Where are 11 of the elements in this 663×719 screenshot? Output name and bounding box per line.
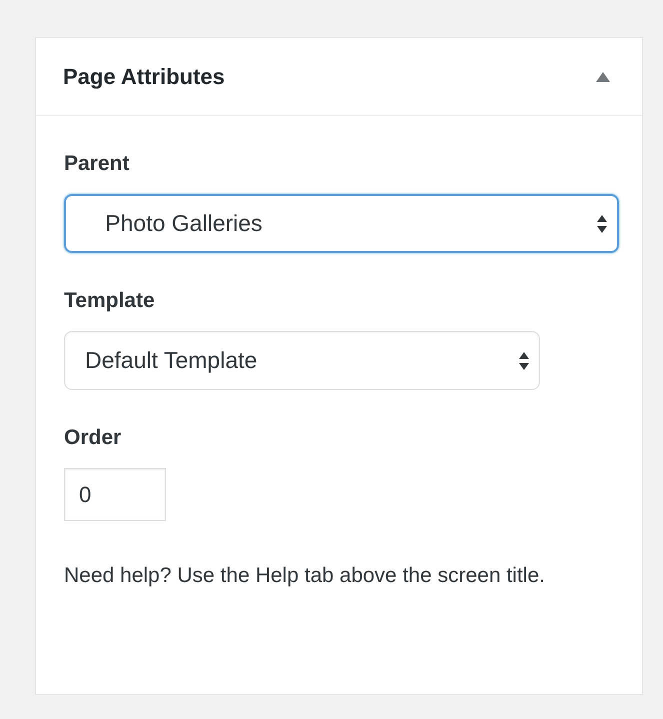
panel-title: Page Attributes	[63, 64, 225, 90]
up-down-arrows-icon	[597, 214, 607, 232]
order-input[interactable]: 0	[64, 468, 166, 521]
field-label: Order	[64, 426, 122, 450]
field-label: Template	[64, 289, 155, 313]
collapse-icon[interactable]	[596, 72, 610, 82]
up-down-arrows-icon	[519, 352, 529, 370]
help-text: Need help? Use the Help tab above the screen title.	[64, 563, 546, 589]
dropdown[interactable]: Photo Galleries	[64, 194, 619, 253]
dropdown[interactable]: Default Template	[64, 331, 540, 390]
field-label: Parent	[64, 152, 130, 176]
